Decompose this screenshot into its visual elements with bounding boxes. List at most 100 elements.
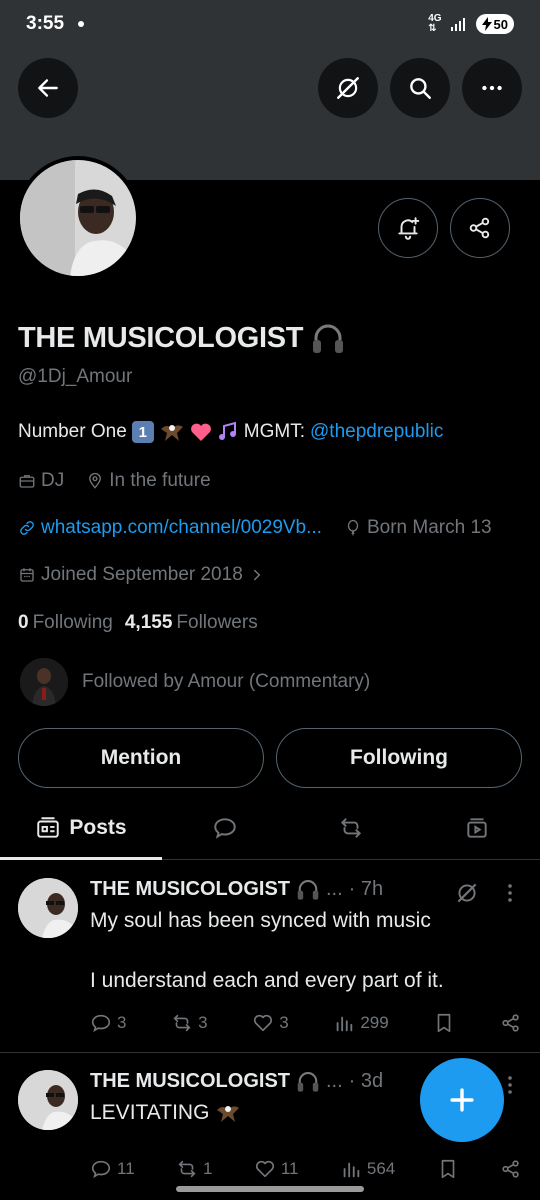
followed-by-row[interactable]: Followed by Amour (Commentary) [20, 658, 370, 706]
more-horizontal-icon [482, 85, 502, 91]
follower-avatar-photo [20, 658, 68, 706]
tweet-header: THE MUSICOLOGIST ... · 7h [90, 878, 383, 901]
bio-mgmt-label: MGMT: [243, 421, 305, 442]
share-icon [502, 1014, 519, 1032]
tweet-author-name[interactable]: THE MUSICOLOGIST [90, 878, 290, 901]
tweet-avatar-photo [18, 1070, 78, 1130]
compose-post-button[interactable] [420, 1058, 504, 1142]
battery-indicator: 50 [475, 14, 514, 34]
bio-text: Number One [18, 421, 127, 442]
share-button[interactable] [450, 198, 510, 258]
bookmark-icon [438, 1013, 451, 1033]
tweet-avatar[interactable] [18, 1070, 78, 1130]
bookmark-button[interactable] [433, 1012, 455, 1034]
headphones-emoji-icon [297, 879, 319, 900]
tweet-time: · 3d [348, 1070, 384, 1092]
more-options-button[interactable] [462, 58, 522, 118]
like-button[interactable]: 11 [254, 1158, 299, 1180]
bio-mention-link[interactable]: @thepdrepublic [310, 421, 443, 443]
profile-category: DJ [18, 470, 64, 492]
profile-location: In the future [86, 470, 211, 492]
back-button[interactable] [18, 58, 78, 118]
profile-name: THE MUSICOLOGIST [18, 322, 345, 355]
avatar[interactable] [20, 160, 136, 276]
mention-button[interactable]: Mention [18, 728, 264, 788]
tweet-truncation: ... [326, 1070, 343, 1092]
views-chart-icon [343, 1162, 360, 1178]
reply-button[interactable]: 3 [90, 1012, 126, 1034]
profile-avatar-frame[interactable] [16, 156, 140, 280]
follower-avatar [20, 658, 68, 706]
tab-replies[interactable] [162, 796, 288, 859]
followers-count-link[interactable]: 4,155 Followers [125, 612, 258, 634]
display-name: THE MUSICOLOGIST [18, 322, 304, 354]
profile-meta-row-1: DJ In the future [18, 470, 211, 492]
link-icon [20, 521, 34, 535]
heart-icon [254, 1014, 273, 1032]
bookmark-button[interactable] [437, 1158, 459, 1180]
repost-icon [340, 817, 362, 838]
heart-emoji-icon [190, 423, 211, 441]
reply-button[interactable]: 11 [90, 1158, 135, 1180]
tweet-text: My soul has been synced with music I und… [90, 909, 444, 992]
tweet-share-button[interactable] [500, 1158, 522, 1180]
repost-button[interactable]: 1 [176, 1158, 212, 1180]
keycap-one-emoji: 1 [131, 421, 154, 443]
reply-icon [91, 1014, 111, 1033]
tab-reposts[interactable] [288, 796, 414, 859]
tweet-more-icon[interactable] [498, 880, 522, 906]
views-button[interactable]: 564 [340, 1158, 395, 1180]
share-icon [502, 1160, 519, 1178]
status-time: 3:55 [26, 13, 65, 34]
tweet-divider [0, 1052, 540, 1053]
headphones-emoji-icon [313, 324, 344, 353]
repost-icon [178, 1160, 196, 1178]
follow-counts: 0 Following 4,155 Followers [18, 612, 258, 634]
tweet-avatar[interactable] [18, 878, 78, 938]
posts-icon [37, 816, 60, 838]
network-indicator: 4G ⇅ [428, 13, 442, 34]
views-button[interactable]: 299 [333, 1012, 389, 1034]
signal-icon [450, 18, 465, 31]
tab-media[interactable] [414, 796, 540, 859]
tweet-actions: 3 3 3 299 [90, 1012, 522, 1034]
balloon-icon [347, 519, 359, 536]
calendar-icon [20, 568, 34, 582]
briefcase-icon [19, 475, 35, 488]
music-notes-emoji-icon [218, 421, 236, 440]
profile-joined[interactable]: Joined September 2018 [18, 564, 266, 586]
status-bar: 3:55 4G ⇅ 50 [0, 0, 540, 48]
tweet-time: · 7h [348, 878, 384, 900]
repost-icon [173, 1014, 191, 1032]
bookmark-icon [441, 1159, 454, 1179]
like-button[interactable]: 3 [252, 1012, 289, 1034]
profile-birthday: Born March 13 [344, 517, 492, 539]
media-icon [467, 817, 487, 838]
tab-posts[interactable]: Posts [0, 796, 162, 860]
headphones-emoji-icon [297, 1071, 319, 1092]
views-chart-icon [336, 1016, 353, 1032]
search-icon [410, 78, 431, 99]
grok-icon[interactable] [454, 880, 480, 906]
following-count-link[interactable]: 0 Following [18, 612, 113, 634]
profile-website[interactable]: whatsapp.com/channel/0029Vb... [18, 517, 322, 539]
profile-handle: @1Dj_Amour [18, 366, 133, 387]
grok-button[interactable] [318, 58, 378, 118]
home-indicator[interactable] [176, 1186, 364, 1192]
profile-meta-row-3[interactable]: Joined September 2018 [18, 564, 266, 586]
followed-by-text: Followed by Amour (Commentary) [82, 671, 371, 692]
tweet-truncation: ... [326, 878, 343, 900]
tweet-author-name[interactable]: THE MUSICOLOGIST [90, 1070, 290, 1093]
location-pin-icon [89, 472, 102, 489]
search-button[interactable] [390, 58, 450, 118]
notifications-button[interactable] [378, 198, 438, 258]
tweet-header: THE MUSICOLOGIST ... · 3d [90, 1070, 383, 1093]
tweet-text: LEVITATING [90, 1098, 241, 1128]
tweet-share-button[interactable] [500, 1012, 522, 1034]
heart-icon [255, 1160, 274, 1178]
eagle-emoji-icon [217, 1106, 240, 1122]
back-arrow-icon [38, 79, 58, 97]
tweet-item[interactable]: THE MUSICOLOGIST ... · 7h My soul has be… [0, 862, 540, 1052]
following-button[interactable]: Following [276, 728, 522, 788]
repost-button[interactable]: 3 [171, 1012, 208, 1034]
